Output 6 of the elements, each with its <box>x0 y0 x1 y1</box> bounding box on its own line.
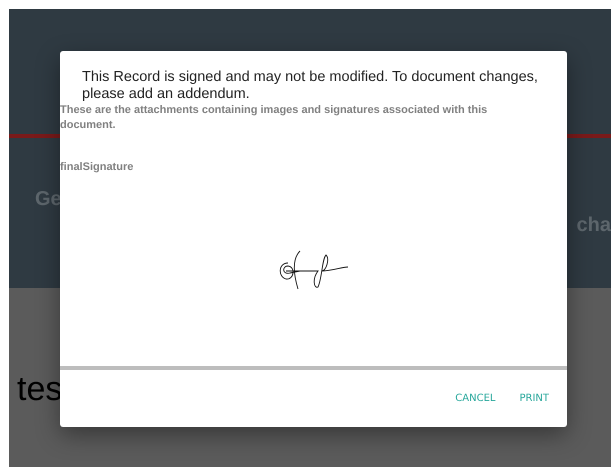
attachment-label: finalSignature <box>60 161 134 173</box>
comment-text: tes <box>17 370 62 408</box>
print-button[interactable]: PRINT <box>519 389 549 408</box>
dialog-message: This Record is signed and may not be modified. To document changes, please add an addendum. <box>81 68 539 103</box>
cancel-button[interactable]: CANCEL <box>455 389 496 408</box>
dialog-description: These are the attachments containing images and signatures associated with this document. <box>60 103 488 133</box>
